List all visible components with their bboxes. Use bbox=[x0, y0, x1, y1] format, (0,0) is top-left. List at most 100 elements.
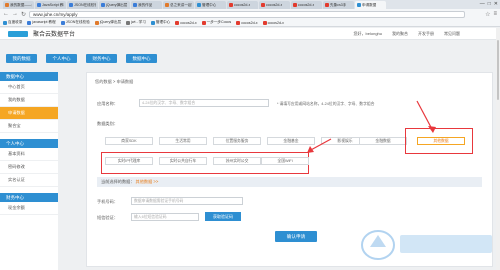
nav-my-data[interactable]: 我的数据 bbox=[6, 54, 37, 63]
sidebar-item[interactable]: 我的数据 bbox=[0, 94, 58, 107]
bookmark-favicon-icon bbox=[94, 20, 99, 25]
bookmark-item[interactable]: 百度收录 bbox=[3, 20, 22, 25]
nav-finance-center[interactable]: 财务中心 bbox=[86, 54, 117, 63]
url-input[interactable]: www.juhe.cn/my/apply bbox=[29, 10, 466, 18]
sidebar-group-title[interactable]: 数据中心 bbox=[0, 72, 58, 81]
close-button[interactable]: ✕ bbox=[494, 1, 498, 7]
maximize-button[interactable]: □ bbox=[488, 1, 491, 7]
bookmark-label: jwt - 学习 bbox=[131, 20, 146, 24]
browser-tab[interactable]: cocos2d-x bbox=[291, 1, 322, 9]
bookmark-label: cocos2d-x bbox=[180, 20, 197, 25]
browser-tab[interactable]: jQuery弹出层 bbox=[99, 1, 130, 9]
bookmark-favicon-icon bbox=[236, 20, 241, 25]
bookmark-item[interactable]: 一步一步Cocos bbox=[201, 20, 232, 25]
bookmark-label: cocos2d-x bbox=[241, 20, 258, 25]
browser-tab[interactable]: cocos2d-x bbox=[227, 1, 258, 9]
browser-tab[interactable]: 先象cs3手 bbox=[323, 1, 354, 9]
star-icon[interactable]: ☆ bbox=[485, 11, 490, 18]
minimize-button[interactable]: — bbox=[480, 1, 485, 7]
forward-arrow-icon[interactable]: → bbox=[12, 11, 18, 17]
bookmark-label: cocos2d-x bbox=[267, 20, 284, 25]
bookmark-favicon-icon bbox=[27, 20, 32, 25]
browser-tab[interactable]: 我的数据——免费在 bbox=[3, 1, 34, 9]
bookmark-item[interactable]: jwt - 学习 bbox=[126, 20, 146, 25]
browser-tab[interactable]: 我的作品 bbox=[131, 1, 162, 9]
browser-tab[interactable]: 管理中心 bbox=[195, 1, 226, 9]
sidebar-item[interactable]: 申请数据 bbox=[0, 107, 58, 120]
tab-label: cocos2d-x bbox=[266, 3, 283, 7]
sidebar-item[interactable]: 基本资料 bbox=[0, 148, 58, 161]
bookmark-favicon-icon bbox=[3, 20, 7, 25]
bookmark-item[interactable]: 管理中心 bbox=[150, 20, 171, 25]
bookmark-item[interactable]: jQuery弹出层 bbox=[94, 20, 122, 25]
browser-tab[interactable]: 申请数据 bbox=[355, 1, 386, 9]
tab-label: cocos2d-x bbox=[234, 3, 251, 7]
tab-favicon-icon bbox=[5, 3, 9, 7]
tab-favicon-icon bbox=[325, 3, 329, 7]
user-nav-dev-manual[interactable]: 开发手册 bbox=[418, 31, 434, 37]
juhe-logo[interactable] bbox=[8, 30, 28, 37]
bookmark-label: 一步一步Cocos bbox=[206, 20, 232, 24]
tab-label: 总之来讲一起 bbox=[170, 2, 192, 7]
tab-favicon-icon bbox=[133, 3, 137, 7]
bookmark-label: jQuery弹出层 bbox=[99, 20, 122, 24]
tab-favicon-icon bbox=[357, 3, 361, 7]
sidebar-group-title[interactable]: 财务中心 bbox=[0, 193, 58, 202]
tab-favicon-icon bbox=[69, 3, 73, 7]
sidebar-item[interactable]: 聚合宝 bbox=[0, 120, 58, 133]
bookmark-item[interactable]: cocos2d-x bbox=[175, 20, 197, 25]
tab-favicon-icon bbox=[261, 3, 265, 7]
user-nav-faq[interactable]: 常见问题 bbox=[444, 31, 460, 37]
bookmark-item[interactable]: JSON在线校验 bbox=[60, 20, 90, 25]
site-header: 聚合云数据平台 您好，belonghu 我的聚合 开发手册 常见问题 bbox=[0, 28, 500, 40]
reload-icon[interactable]: ↻ bbox=[21, 11, 26, 18]
browser-tab[interactable]: JSON在线校验 bbox=[67, 1, 98, 9]
tab-label: 申请数据 bbox=[362, 2, 377, 7]
browser-tab[interactable]: cocos2d-x bbox=[259, 1, 290, 9]
nav-data-center[interactable]: 数据中心 bbox=[126, 54, 157, 63]
tab-label: 我的作品 bbox=[138, 2, 153, 7]
browser-tab-strip: 我的数据——免费在 JavaScript 教程 JSON在线校验 jQuery弹出层 我… bbox=[0, 0, 500, 9]
tab-label: 我的数据——免费在 bbox=[10, 2, 32, 7]
user-nav-my-juhe[interactable]: 我的聚合 bbox=[392, 31, 408, 37]
browser-tab[interactable]: JavaScript 教程 bbox=[35, 1, 66, 9]
address-bar-row: ← → ↻ www.juhe.cn/my/apply ☆ ≡ bbox=[0, 9, 500, 19]
bookmark-item[interactable]: cocos2d-x bbox=[262, 20, 284, 25]
bookmarks-bar: 百度收录 javascript 教程 JSON在线校验 jQuery弹出层 jwt - … bbox=[0, 19, 500, 27]
bookmark-favicon-icon bbox=[201, 20, 206, 25]
watermark-logo-icon bbox=[361, 230, 492, 260]
bookmark-label: javascript 教程 bbox=[32, 20, 56, 24]
sidebar-group-title[interactable]: 个人中心 bbox=[0, 139, 58, 148]
tab-label: cocos2d-x bbox=[298, 3, 315, 7]
user-nav: 您好，belonghu 我的聚合 开发手册 常见问题 bbox=[354, 31, 460, 37]
site-name: 聚合云数据平台 bbox=[33, 32, 76, 38]
sidebar-item[interactable]: 密码修改 bbox=[0, 161, 58, 174]
back-arrow-icon[interactable]: ← bbox=[3, 11, 9, 17]
sidebar-item[interactable]: 中心首页 bbox=[0, 81, 58, 94]
page-scrollbar-thumb[interactable] bbox=[497, 40, 499, 100]
sidebar-item[interactable]: 现金余额 bbox=[0, 202, 58, 215]
nav-personal-center[interactable]: 个人中心 bbox=[46, 54, 77, 63]
tab-label: 先象cs3手 bbox=[330, 2, 347, 7]
menu-icon[interactable]: ≡ bbox=[493, 11, 497, 17]
tab-label: jQuery弹出层 bbox=[106, 2, 128, 7]
user-greeting[interactable]: 您好，belonghu bbox=[354, 31, 382, 37]
main-nav: 我的数据 个人中心 财务中心 数据中心 bbox=[0, 53, 500, 64]
bookmark-label: 百度收录 bbox=[8, 20, 23, 24]
tab-favicon-icon bbox=[165, 3, 169, 7]
window-controls: — □ ✕ bbox=[480, 1, 498, 7]
bookmark-favicon-icon bbox=[150, 20, 155, 25]
bookmark-label: JSON在线校验 bbox=[65, 20, 90, 24]
tab-favicon-icon bbox=[229, 3, 233, 7]
bookmark-label: 管理中心 bbox=[155, 20, 171, 24]
bookmark-favicon-icon bbox=[262, 20, 267, 25]
bookmark-item[interactable]: javascript 教程 bbox=[27, 20, 56, 25]
browser-tab[interactable]: 总之来讲一起 bbox=[163, 1, 194, 9]
sidebar-item[interactable]: 实名认证 bbox=[0, 174, 58, 187]
tab-favicon-icon bbox=[37, 3, 41, 7]
bookmark-item[interactable]: cocos2d-x bbox=[236, 20, 258, 25]
bookmark-favicon-icon bbox=[60, 20, 65, 25]
tab-favicon-icon bbox=[101, 3, 105, 7]
bookmark-favicon-icon bbox=[175, 20, 180, 25]
tab-favicon-icon bbox=[197, 3, 201, 7]
